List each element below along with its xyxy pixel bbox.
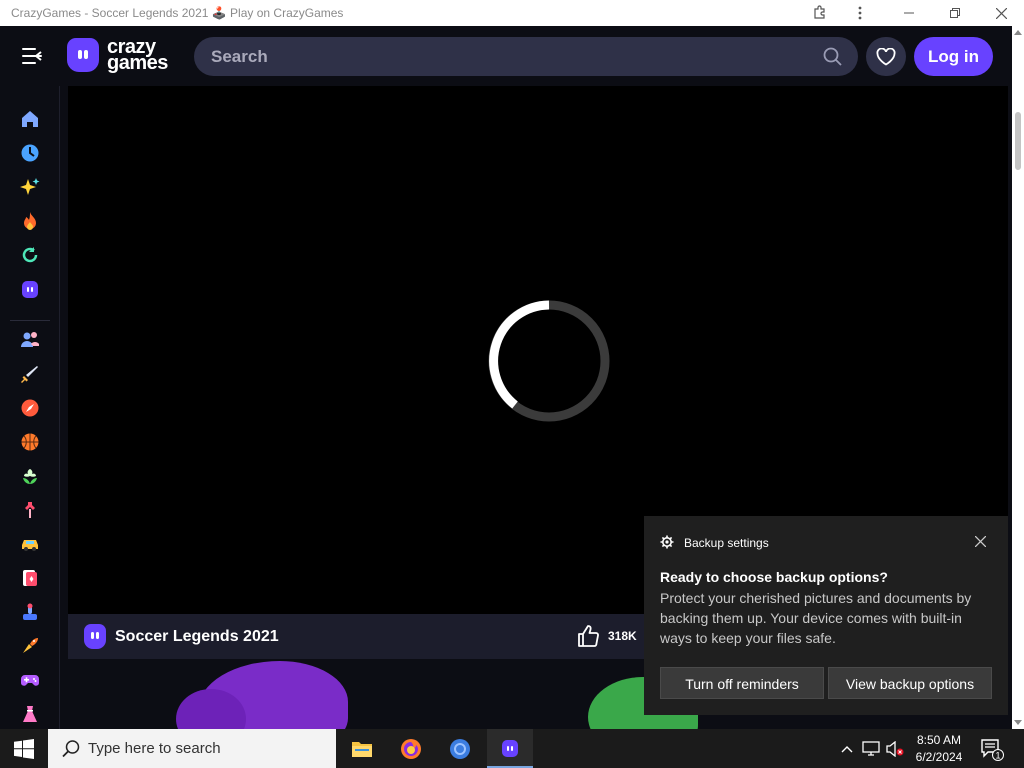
home-icon[interactable] [20, 109, 40, 129]
close-icon[interactable] [972, 534, 988, 550]
firefox-icon[interactable] [388, 729, 434, 768]
io-icon[interactable] [20, 636, 40, 656]
windows-taskbar: Type here to search 8:50 AM 6/2/2024 1 [0, 729, 1024, 768]
extensions-icon[interactable] [810, 3, 830, 23]
category-sidebar [0, 86, 60, 729]
settings-gear-icon [660, 535, 674, 549]
notification-app-name: Backup settings [684, 536, 769, 550]
notification-body: Protect your cherished pictures and docu… [660, 590, 972, 646]
clock-date: 6/2/2024 [915, 750, 963, 764]
scroll-down-arrow-icon[interactable] [1014, 720, 1022, 725]
search-placeholder: Search [211, 47, 268, 66]
turn-off-reminders-button[interactable]: Turn off reminders [660, 667, 824, 699]
driving-car-icon[interactable] [20, 534, 40, 554]
originals-icon[interactable] [20, 279, 40, 299]
restore-button[interactable] [945, 3, 965, 23]
scroll-up-arrow-icon[interactable] [1014, 30, 1022, 35]
logo-text-line2: games [107, 52, 168, 74]
trending-fire-icon[interactable] [20, 211, 40, 231]
volume-muted-icon[interactable] [884, 739, 906, 759]
game-info-bar: Soccer Legends 2021 318K [68, 614, 648, 659]
taskbar-search-input[interactable]: Type here to search [48, 729, 336, 768]
updated-icon[interactable] [20, 245, 40, 265]
basketball-icon[interactable] [20, 432, 40, 452]
search-input[interactable]: Search [194, 37, 858, 76]
action-center-icon[interactable]: 1 [980, 737, 1004, 761]
search-icon[interactable] [822, 46, 844, 68]
multiplayer-icon[interactable] [20, 330, 40, 350]
game-title: Soccer Legends 2021 [115, 628, 279, 645]
login-button[interactable]: Log in [914, 37, 993, 76]
search-icon [61, 739, 81, 759]
crazygames-logo[interactable]: crazy games [67, 37, 168, 74]
sidebar-divider [10, 320, 50, 321]
chrome-icon[interactable] [437, 729, 483, 768]
windows-start-icon[interactable] [14, 739, 34, 759]
network-icon[interactable] [861, 739, 881, 759]
backup-notification: Backup settings Ready to choose backup o… [644, 516, 1008, 715]
clicker-icon[interactable] [20, 500, 40, 520]
crazygames-mascot-icon [67, 38, 99, 72]
site-header: crazy games Search Log in [0, 26, 1012, 86]
casual-flower-icon[interactable] [20, 466, 40, 486]
scrollbar-thumb[interactable] [1015, 112, 1021, 170]
taskbar-search-placeholder: Type here to search [88, 740, 221, 757]
controller-icon[interactable] [20, 602, 40, 622]
taskbar-clock[interactable]: 8:50 AM 6/2/2024 [908, 732, 970, 766]
favorites-button[interactable] [866, 37, 906, 76]
view-backup-options-button[interactable]: View backup options [828, 667, 992, 699]
notification-heading: Ready to choose backup options? [660, 569, 888, 585]
close-window-button[interactable] [991, 3, 1011, 23]
action-sword-icon[interactable] [20, 364, 40, 384]
more-options-icon[interactable] [850, 3, 870, 23]
thumbs-up-icon[interactable] [577, 624, 599, 648]
notification-count: 1 [995, 751, 1000, 761]
card-icon[interactable] [20, 568, 40, 588]
file-explorer-icon[interactable] [339, 729, 385, 768]
crazygames-app-icon[interactable] [487, 729, 533, 768]
minimize-button[interactable] [899, 3, 919, 23]
menu-toggle-icon[interactable] [20, 44, 44, 68]
show-hidden-icons-chevron-icon[interactable] [838, 739, 856, 759]
loading-spinner-icon [488, 300, 610, 422]
new-sparkle-icon[interactable] [20, 177, 40, 197]
game-logo-icon [84, 624, 106, 649]
adventure-compass-icon[interactable] [20, 398, 40, 418]
page-scrollbar[interactable] [1012, 26, 1024, 729]
like-count: 318K [608, 629, 637, 643]
heart-icon [876, 47, 896, 66]
clock-time: 8:50 AM [916, 733, 962, 747]
browser-title-bar: CrazyGames - Soccer Legends 2021 🕹️ Play… [0, 0, 1024, 26]
gamepad-icon[interactable] [20, 670, 40, 690]
window-title: CrazyGames - Soccer Legends 2021 🕹️ Play… [11, 6, 344, 20]
recent-icon[interactable] [20, 143, 40, 163]
dress-up-icon[interactable] [20, 704, 40, 724]
